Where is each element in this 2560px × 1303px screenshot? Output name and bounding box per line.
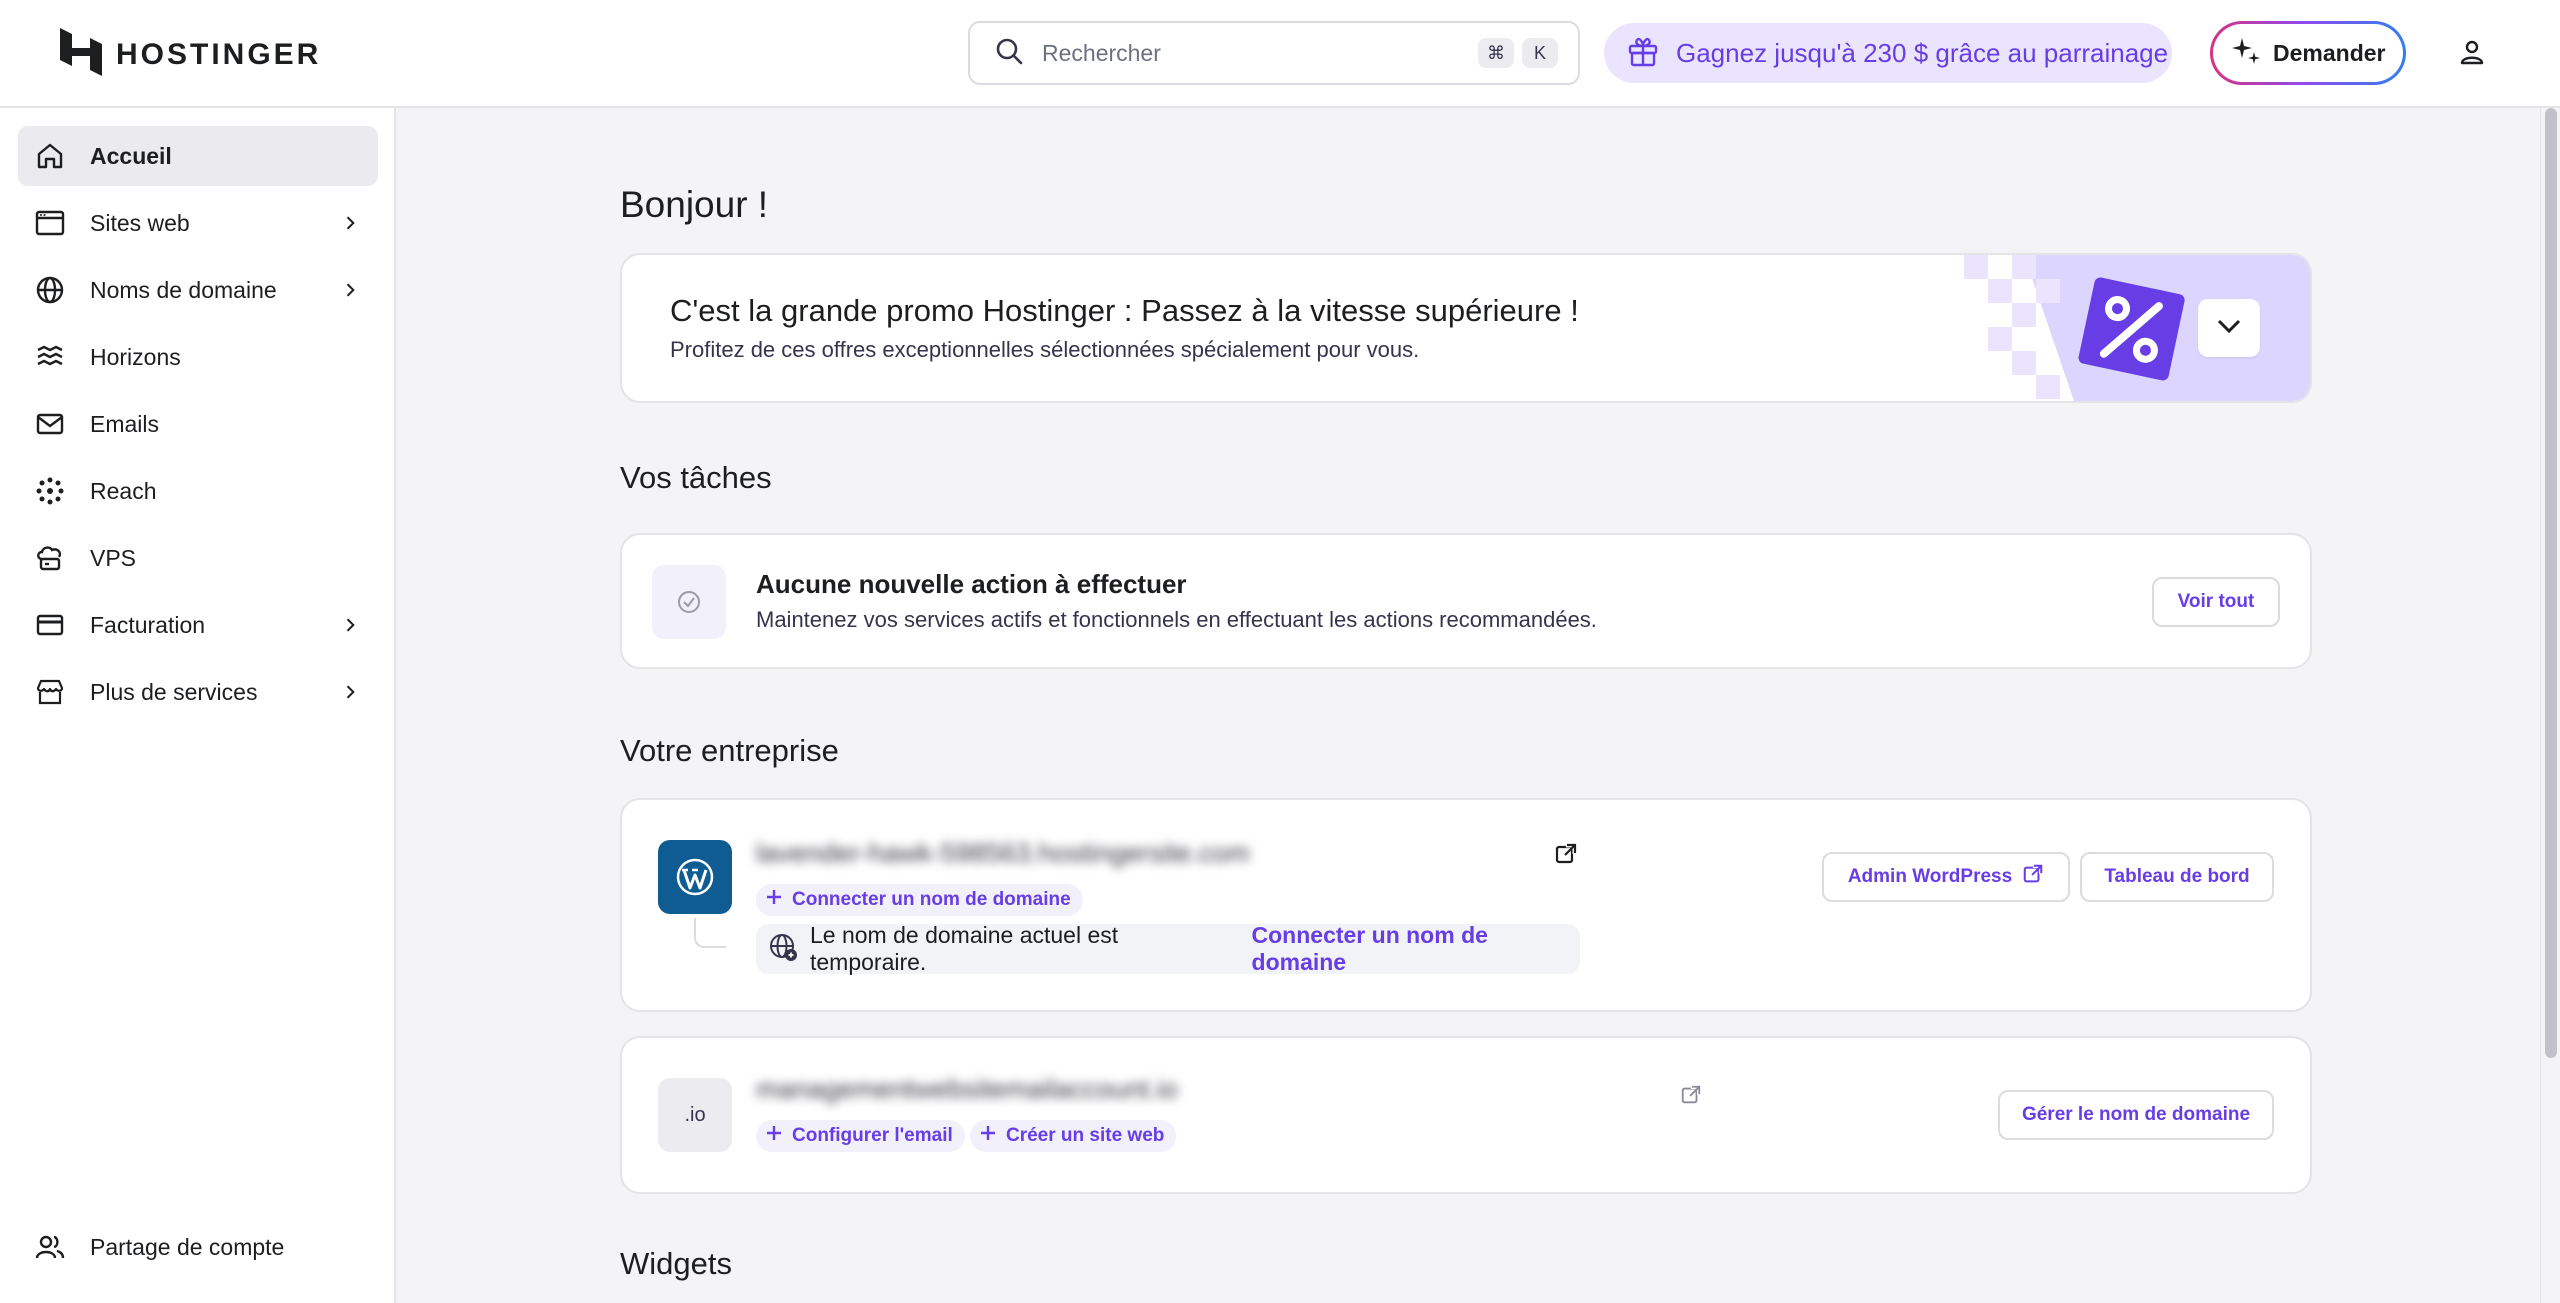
sidebar-item-accueil[interactable]: Accueil: [18, 126, 378, 186]
mail-icon: [34, 408, 66, 440]
page-title: Bonjour !: [620, 184, 769, 225]
globe-icon: [34, 274, 66, 306]
business-heading: Votre entreprise: [620, 733, 839, 768]
globe-warning-icon: [768, 932, 798, 967]
home-icon: [34, 140, 66, 172]
temporary-domain-notice: Le nom de domaine actuel est temporaire.…: [756, 922, 1580, 976]
ask-ai-button[interactable]: Demander: [2210, 21, 2406, 85]
sparkle-icon: [2231, 36, 2261, 71]
hostinger-logo-icon: [60, 28, 102, 81]
promo-banner[interactable]: C'est la grande promo Hostinger : Passez…: [620, 253, 2312, 403]
sidebar-item-vps[interactable]: VPS: [18, 528, 378, 588]
external-link-icon: [2022, 863, 2044, 891]
store-icon: [34, 676, 66, 708]
sidebar-item-label: Accueil: [90, 142, 172, 169]
main-content: Bonjour ! C'est la grande promo Hostinge…: [398, 108, 2540, 1303]
sidebar-item-plus-de-services[interactable]: Plus de services: [18, 662, 378, 722]
chevron-right-icon: [338, 680, 362, 704]
sidebar-item-label: Horizons: [90, 343, 181, 370]
wordpress-admin-label: Admin WordPress: [1847, 866, 2013, 887]
sidebar-item-label: Plus de services: [90, 678, 258, 705]
ask-ai-button-inner: Demander: [2213, 24, 2403, 82]
check-circle-icon: [652, 565, 726, 639]
tasks-subtitle: Maintenez vos services actifs et fonctio…: [756, 607, 1597, 632]
create-website-chip[interactable]: Créer un site web: [970, 1120, 1177, 1152]
sidebar-item-partage-de-compte[interactable]: Partage de compte: [18, 1217, 378, 1277]
sidebar-item-horizons[interactable]: Horizons: [18, 327, 378, 387]
sidebar-item-label: Sites web: [90, 209, 190, 236]
sidebar-item-label: Emails: [90, 410, 160, 437]
search-icon: [994, 36, 1024, 71]
external-link-icon[interactable]: [1554, 842, 1578, 866]
scrollbar-thumb[interactable]: [2545, 108, 2557, 1058]
sidebar-item-label: Noms de domaine: [90, 276, 277, 303]
manage-domain-button[interactable]: Gérer le nom de domaine: [1998, 1090, 2274, 1140]
tasks-heading: Vos tâches: [620, 460, 772, 495]
tasks-title: Aucune nouvelle action à effectuer: [756, 569, 1187, 599]
user-menu-button[interactable]: [2452, 34, 2492, 74]
promo-title: C'est la grande promo Hostinger : Passez…: [670, 293, 1579, 328]
domain-name[interactable]: managementwebsitemailaccount.io: [756, 1074, 1178, 1105]
shortcut-k-key: K: [1522, 38, 1558, 68]
referral-label: Gagnez jusqu'à 230 $ grâce au parrainage: [1676, 37, 2169, 68]
plus-icon: [764, 1123, 784, 1149]
external-link-icon[interactable]: [1680, 1084, 1704, 1108]
sidebar-item-label: Partage de compte: [90, 1233, 285, 1260]
promo-subtitle: Profitez de ces offres exceptionnelles s…: [670, 337, 1420, 362]
notice-text: Le nom de domaine actuel est temporaire.: [810, 922, 1119, 975]
configure-email-label: Configurer l'email: [792, 1125, 953, 1146]
create-website-label: Créer un site web: [1006, 1125, 1165, 1146]
sidebar: Accueil Sites web Noms de domaine Horizo…: [0, 108, 396, 1303]
sidebar-item-label: VPS: [90, 544, 137, 571]
browser-icon: [34, 207, 66, 239]
sidebar-item-label: Reach: [90, 477, 157, 504]
chevron-down-icon: [2214, 311, 2244, 346]
chevron-right-icon: [338, 278, 362, 302]
shortcut-cmd-key: ⌘: [1478, 38, 1514, 68]
widgets-heading: Widgets: [620, 1246, 732, 1281]
tasks-card: Aucune nouvelle action à effectuer Maint…: [620, 533, 2312, 669]
plus-icon: [978, 1123, 998, 1149]
users-icon: [34, 1231, 66, 1263]
dashboard-button[interactable]: Tableau de bord: [2080, 852, 2274, 902]
horizons-icon: [34, 341, 66, 373]
chevron-right-icon: [338, 211, 362, 235]
search-placeholder: Rechercher: [1042, 39, 1161, 66]
sidebar-item-facturation[interactable]: Facturation: [18, 595, 378, 655]
sidebar-item-noms-de-domaine[interactable]: Noms de domaine: [18, 260, 378, 320]
tree-connector: [694, 918, 726, 948]
ask-ai-label: Demander: [2273, 39, 2386, 66]
wordpress-admin-button[interactable]: Admin WordPress: [1822, 852, 2070, 902]
gift-icon: [1626, 34, 1660, 73]
configure-email-chip[interactable]: Configurer l'email: [756, 1120, 965, 1152]
cloud-server-icon: [34, 542, 66, 574]
website-domain[interactable]: lavender-hawk-598563.hostingersite.com: [756, 838, 1250, 869]
website-card: lavender-hawk-598563.hostingersite.com C…: [620, 798, 2312, 1012]
reach-icon: [34, 475, 66, 507]
top-header: HOSTINGER Rechercher ⌘ K Gagnez jusqu'à …: [0, 0, 2560, 108]
referral-button[interactable]: Gagnez jusqu'à 230 $ grâce au parrainage: [1604, 23, 2172, 83]
chevron-right-icon: [338, 613, 362, 637]
sidebar-item-label: Facturation: [90, 611, 206, 638]
tld-badge: .io: [658, 1078, 732, 1152]
main-scrollbar[interactable]: [2540, 108, 2560, 1303]
plus-icon: [764, 887, 784, 913]
sidebar-item-reach[interactable]: Reach: [18, 461, 378, 521]
user-icon: [2459, 39, 2485, 70]
wordpress-icon: [658, 840, 732, 914]
hostinger-logo[interactable]: HOSTINGER: [60, 28, 321, 81]
view-all-button[interactable]: Voir tout: [2152, 577, 2280, 627]
logo-text: HOSTINGER: [116, 37, 322, 71]
connect-domain-link[interactable]: Connecter un nom de domaine: [1252, 922, 1580, 976]
sidebar-item-sites-web[interactable]: Sites web: [18, 193, 378, 253]
credit-card-icon: [34, 609, 66, 641]
connect-domain-chip[interactable]: Connecter un nom de domaine: [756, 884, 1083, 916]
promo-expand-button[interactable]: [2198, 299, 2260, 357]
connect-domain-chip-label: Connecter un nom de domaine: [792, 889, 1071, 910]
sidebar-item-emails[interactable]: Emails: [18, 394, 378, 454]
search-input[interactable]: Rechercher ⌘ K: [968, 21, 1580, 85]
domain-card: .io managementwebsitemailaccount.io Conf…: [620, 1036, 2312, 1194]
